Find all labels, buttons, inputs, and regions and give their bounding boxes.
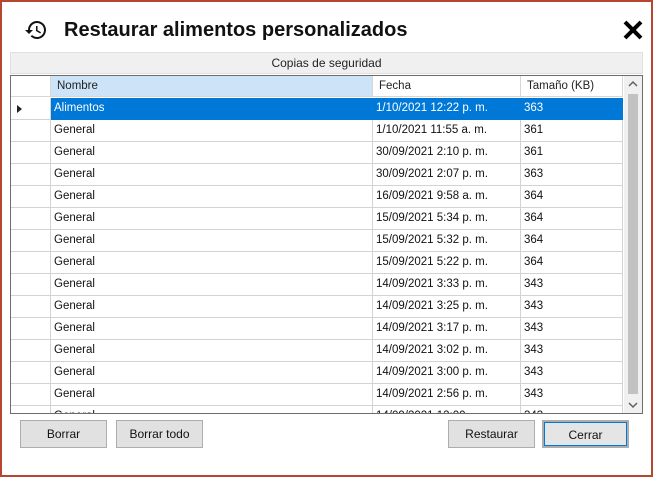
table-body: Alimentos 1/10/2021 12:22 p. m. 363 General… xyxy=(11,98,623,413)
scroll-up-arrow-icon[interactable] xyxy=(624,76,642,93)
table-row[interactable]: General 15/09/2021 5:34 p. m. 364 xyxy=(11,208,623,230)
column-header-fecha[interactable]: Fecha xyxy=(373,76,521,97)
cell-nombre[interactable]: General xyxy=(51,362,373,384)
cell-fecha[interactable]: 15/09/2021 5:32 p. m. xyxy=(373,230,521,252)
cell-fecha[interactable]: 14/09/2021 2:56 p. m. xyxy=(373,384,521,406)
close-button[interactable]: Cerrar xyxy=(542,420,629,448)
cell-nombre[interactable]: General xyxy=(51,340,373,362)
cell-nombre[interactable]: General xyxy=(51,164,373,186)
row-header[interactable] xyxy=(11,362,51,384)
cell-fecha[interactable]: 1/10/2021 11:55 a. m. xyxy=(373,120,521,142)
cell-fecha[interactable]: 14/09/2021 3:17 p. m. xyxy=(373,318,521,340)
row-header[interactable] xyxy=(11,296,51,318)
cell-nombre[interactable]: General xyxy=(51,208,373,230)
cell-tamano[interactable]: 364 xyxy=(521,208,623,230)
row-header[interactable] xyxy=(11,164,51,186)
cell-tamano[interactable]: 343 xyxy=(521,362,623,384)
vertical-scrollbar[interactable] xyxy=(624,76,642,413)
table-row[interactable]: General 14/09/2021 2:56 p. m. 343 xyxy=(11,384,623,406)
cell-nombre[interactable]: Alimentos xyxy=(51,98,373,120)
row-header[interactable] xyxy=(11,142,51,164)
cell-nombre[interactable]: General xyxy=(51,384,373,406)
row-header[interactable] xyxy=(11,318,51,340)
cell-fecha[interactable]: 14/09/2021 3:02 p. m. xyxy=(373,340,521,362)
column-header-nombre[interactable]: Nombre xyxy=(51,76,373,97)
cell-fecha[interactable]: 15/09/2021 5:22 p. m. xyxy=(373,252,521,274)
cell-tamano[interactable]: 363 xyxy=(521,164,623,186)
cell-tamano[interactable]: 364 xyxy=(521,186,623,208)
column-header-tamano[interactable]: Tamaño (KB) xyxy=(521,76,623,97)
table-row[interactable]: Alimentos 1/10/2021 12:22 p. m. 363 xyxy=(11,98,623,120)
current-row-arrow-icon xyxy=(17,105,22,113)
cell-tamano[interactable]: 364 xyxy=(521,252,623,274)
table-row[interactable]: General 15/09/2021 5:22 p. m. 364 xyxy=(11,252,623,274)
cell-tamano[interactable]: 343 xyxy=(521,274,623,296)
cell-fecha[interactable]: 1/10/2021 12:22 p. m. xyxy=(373,98,521,120)
backups-caption: Copias de seguridad xyxy=(10,52,643,74)
delete-button[interactable]: Borrar xyxy=(20,420,107,448)
cell-fecha[interactable]: 30/09/2021 2:07 p. m. xyxy=(373,164,521,186)
cell-tamano[interactable]: 343 xyxy=(521,340,623,362)
row-header[interactable] xyxy=(11,186,51,208)
row-header[interactable] xyxy=(11,274,51,296)
row-header[interactable] xyxy=(11,252,51,274)
delete-all-button[interactable]: Borrar todo xyxy=(116,420,203,448)
row-header[interactable] xyxy=(11,406,51,413)
cell-nombre[interactable]: General xyxy=(51,296,373,318)
cell-nombre[interactable]: General xyxy=(51,120,373,142)
cell-fecha[interactable]: 30/09/2021 2:10 p. m. xyxy=(373,142,521,164)
row-header[interactable] xyxy=(11,384,51,406)
row-header[interactable] xyxy=(11,120,51,142)
restore-button[interactable]: Restaurar xyxy=(448,420,535,448)
row-header-corner xyxy=(11,76,51,97)
cell-tamano[interactable]: 343 xyxy=(521,318,623,340)
cell-nombre[interactable]: General xyxy=(51,406,373,413)
backups-table[interactable]: Nombre Fecha Tamaño (KB) Alimentos 1/10/2… xyxy=(10,75,643,414)
cell-tamano[interactable]: 364 xyxy=(521,230,623,252)
close-icon[interactable] xyxy=(622,19,644,41)
cell-tamano[interactable]: 361 xyxy=(521,120,623,142)
row-header[interactable] xyxy=(11,98,51,120)
cell-tamano[interactable]: 361 xyxy=(521,142,623,164)
restore-dialog: Restaurar alimentos personalizados Copia… xyxy=(0,0,653,477)
scrollbar-thumb[interactable] xyxy=(628,94,638,394)
row-header[interactable] xyxy=(11,340,51,362)
cell-fecha[interactable]: 14/09/2021 3:33 p. m. xyxy=(373,274,521,296)
cell-fecha[interactable]: 16/09/2021 9:58 a. m. xyxy=(373,186,521,208)
cell-nombre[interactable]: General xyxy=(51,274,373,296)
table-row[interactable]: General 14/09/2021 3:17 p. m. 343 xyxy=(11,318,623,340)
cell-nombre[interactable]: General xyxy=(51,142,373,164)
cell-tamano[interactable]: 363 xyxy=(521,98,623,120)
table-row[interactable]: General 14/09/2021 3:02 p. m. 343 xyxy=(11,340,623,362)
table-row[interactable]: General 14/09/2021 3:33 p. m. 343 xyxy=(11,274,623,296)
cell-fecha[interactable]: 14/09/2021 3:00 p. m. xyxy=(373,362,521,384)
table-row[interactable]: General 14/09/2021 3:25 p. m. 343 xyxy=(11,296,623,318)
cell-tamano[interactable]: 343 xyxy=(521,406,623,413)
cell-fecha[interactable]: 14/09/2021 3:25 p. m. xyxy=(373,296,521,318)
table-row[interactable]: General 16/09/2021 9:58 a. m. 364 xyxy=(11,186,623,208)
table-row[interactable]: General 15/09/2021 5:32 p. m. 364 xyxy=(11,230,623,252)
table-row[interactable]: General 1/10/2021 11:55 a. m. 361 xyxy=(11,120,623,142)
scroll-down-arrow-icon[interactable] xyxy=(624,396,642,413)
row-header[interactable] xyxy=(11,208,51,230)
table-row[interactable]: General 30/09/2021 2:07 p. m. 363 xyxy=(11,164,623,186)
dialog-title: Restaurar alimentos personalizados xyxy=(64,19,408,41)
cell-nombre[interactable]: General xyxy=(51,318,373,340)
cell-nombre[interactable]: General xyxy=(51,230,373,252)
title-bar: Restaurar alimentos personalizados xyxy=(2,2,651,48)
row-header[interactable] xyxy=(11,230,51,252)
table-row[interactable]: General 30/09/2021 2:10 p. m. 361 xyxy=(11,142,623,164)
cell-tamano[interactable]: 343 xyxy=(521,296,623,318)
cell-nombre[interactable]: General xyxy=(51,186,373,208)
table-row[interactable]: General 14/09/2021 3:00 p. m. 343 xyxy=(11,362,623,384)
cell-tamano[interactable]: 343 xyxy=(521,384,623,406)
history-restore-icon xyxy=(25,21,46,39)
cell-fecha[interactable]: 14/09/2021 12:00 xyxy=(373,406,521,413)
cell-fecha[interactable]: 15/09/2021 5:34 p. m. xyxy=(373,208,521,230)
cell-nombre[interactable]: General xyxy=(51,252,373,274)
table-row[interactable]: General14/09/2021 12:00343 xyxy=(11,406,623,413)
